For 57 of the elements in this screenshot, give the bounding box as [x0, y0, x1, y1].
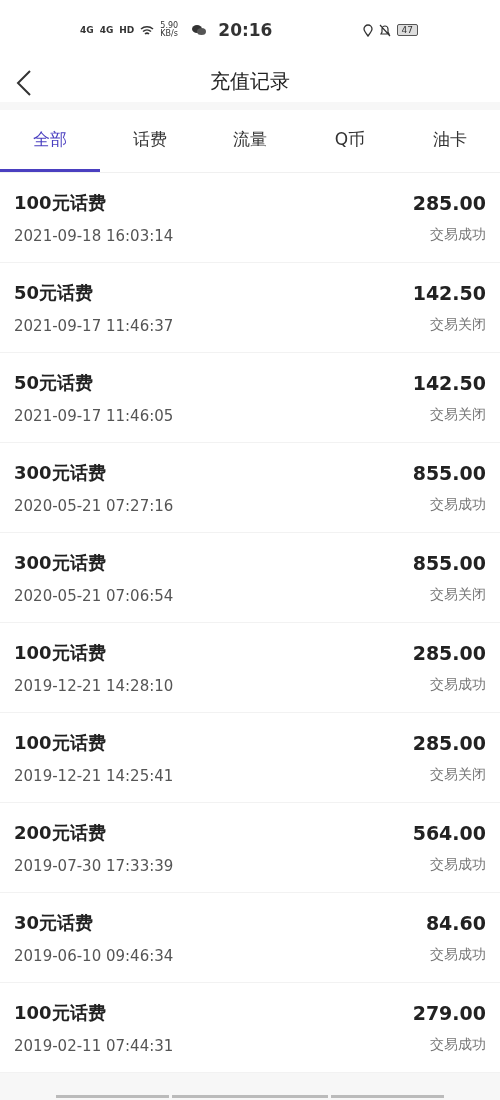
page-title: 充值记录	[210, 67, 290, 95]
record-time: 2021-09-17 11:46:05	[14, 406, 174, 425]
record-amount: 855.00	[412, 551, 486, 574]
category-tab[interactable]: 话费	[100, 110, 200, 172]
record-status: 交易成功	[430, 225, 486, 244]
category-tab[interactable]: 油卡	[400, 110, 500, 172]
record-title: 300元话费	[14, 550, 106, 575]
wifi-icon	[140, 24, 155, 36]
record-status: 交易成功	[430, 495, 486, 514]
record-time: 2019-12-21 14:28:10	[14, 676, 174, 695]
clock-time: 20:16	[218, 20, 273, 40]
category-tab[interactable]: 全部	[0, 110, 100, 172]
record-title: 300元话费	[14, 460, 106, 485]
record-status: 交易成功	[430, 1035, 486, 1054]
record-amount: 285.00	[412, 731, 486, 754]
record-amount: 285.00	[412, 641, 486, 664]
record-status: 交易关闭	[430, 585, 486, 604]
category-tab[interactable]: 流量	[200, 110, 300, 172]
record-status: 交易关闭	[430, 765, 486, 784]
record-title: 100元话费	[14, 730, 106, 755]
record-amount: 142.50	[412, 281, 486, 304]
record-status: 交易成功	[430, 855, 486, 874]
record-amount: 84.60	[425, 911, 486, 934]
battery-level: 47	[396, 24, 418, 36]
record-time: 2021-09-18 16:03:14	[14, 226, 174, 245]
record-title: 100元话费	[14, 1000, 106, 1025]
record-amount: 564.00	[412, 821, 486, 844]
record-title: 50元话费	[14, 370, 94, 395]
record-time: 2021-09-17 11:46:37	[14, 316, 174, 335]
record-time: 2019-12-21 14:25:41	[14, 766, 174, 785]
record-status: 交易关闭	[430, 405, 486, 424]
network-label: 4G	[99, 25, 114, 35]
record-amount: 279.00	[412, 1001, 486, 1024]
bell-off-icon	[378, 23, 391, 37]
category-tab[interactable]: Q币	[300, 110, 400, 172]
record-time: 2019-06-10 09:46:34	[14, 946, 174, 965]
record-status: 交易成功	[430, 945, 486, 964]
back-icon[interactable]	[16, 70, 32, 96]
hd-label: HD	[119, 25, 135, 35]
record-title: 100元话费	[14, 640, 106, 665]
record-title: 30元话费	[14, 910, 94, 935]
record-time: 2020-05-21 07:06:54	[14, 586, 174, 605]
record-amount: 142.50	[412, 371, 486, 394]
record-status: 交易关闭	[430, 315, 486, 334]
record-time: 2020-05-21 07:27:16	[14, 496, 174, 515]
record-amount: 855.00	[412, 461, 486, 484]
record-title: 50元话费	[14, 280, 94, 305]
record-title: 200元话费	[14, 820, 106, 845]
record-time: 2019-02-11 07:44:31	[14, 1036, 174, 1055]
record-title: 100元话费	[14, 190, 106, 215]
location-icon	[362, 23, 373, 37]
network-speed: 5.90 KB/s	[160, 22, 180, 38]
chat-icon	[192, 24, 207, 36]
record-amount: 285.00	[412, 191, 486, 214]
network-label: 4G	[80, 25, 94, 35]
record-time: 2019-07-30 17:33:39	[14, 856, 174, 875]
record-status: 交易成功	[430, 675, 486, 694]
